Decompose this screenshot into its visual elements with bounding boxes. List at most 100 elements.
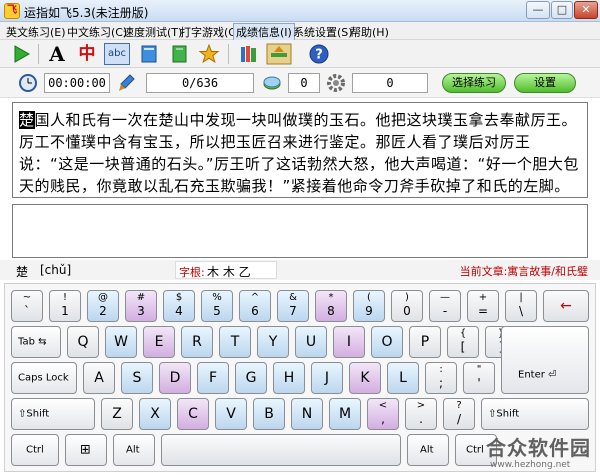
key-equals[interactable]: + = (467, 290, 499, 322)
key-5[interactable]: % 5 (201, 290, 233, 322)
title-bar: 飞 运指如飞5.3(未注册版) — □ ✕ (0, 0, 600, 22)
book-icon[interactable] (138, 43, 160, 65)
key-shift-left[interactable]: ⇧Shift (11, 398, 95, 430)
error-count: 0 (288, 73, 320, 93)
abc-icon[interactable]: abc (104, 43, 130, 65)
menu-score-info[interactable]: 成绩信息(I) (233, 23, 295, 41)
font-a-icon[interactable]: A (46, 43, 68, 65)
key-space[interactable] (161, 434, 401, 466)
menu-help[interactable]: 帮助(H) (350, 24, 389, 40)
key-h[interactable]: H (273, 362, 305, 394)
key-k[interactable]: K (349, 362, 381, 394)
key-backtick[interactable]: ~ ` (11, 290, 43, 322)
key-period[interactable]: >. (405, 398, 437, 430)
disc-icon (263, 76, 281, 90)
key-m[interactable]: M (329, 398, 361, 430)
key-backspace[interactable]: ← (543, 290, 589, 322)
key-y[interactable]: Y (257, 326, 289, 358)
current-article: 当前文章:寓言故事/和氏璧 (459, 265, 588, 278)
notebook-icon[interactable] (168, 43, 190, 65)
key-comma[interactable]: <, (367, 398, 399, 430)
key-9[interactable]: (9 (353, 290, 385, 322)
menu-bar: 英文练习(E) 中文练习(C) 速度测试(T) 打字游戏(G) 成绩信息(I) … (0, 22, 600, 41)
key-n[interactable]: N (291, 398, 323, 430)
key-enter[interactable]: Enter ⏎ (501, 326, 589, 394)
key-backslash[interactable]: | \ (505, 290, 537, 322)
star-icon[interactable] (198, 43, 220, 65)
key-s[interactable]: S (121, 362, 153, 394)
key-p[interactable]: P (409, 326, 441, 358)
book-stack-icon[interactable] (266, 43, 292, 65)
settings-button[interactable]: 设置 (514, 73, 576, 93)
key-u[interactable]: U (295, 326, 327, 358)
key-3[interactable]: #3 (125, 290, 157, 322)
help-icon-glyph: ? (315, 48, 323, 63)
watermark-url: www.hezhong.net (490, 460, 571, 470)
key-x[interactable]: X (139, 398, 171, 430)
key-b[interactable]: B (253, 398, 285, 430)
key-shift-right[interactable]: ⇧Shift (481, 398, 589, 430)
key-q[interactable]: Q (67, 326, 99, 358)
window-title: 运指如飞5.3(未注册版) (24, 6, 149, 20)
menu-chinese-practice[interactable]: 中文练习(C) (67, 24, 127, 40)
minimize-button[interactable]: — (526, 1, 550, 19)
app-icon: 飞 (4, 3, 20, 19)
key-t[interactable]: T (219, 326, 251, 358)
key-j[interactable]: J (311, 362, 343, 394)
status-row: 00:00:00 0/636 0 0 选择练习 设置 (0, 68, 600, 98)
key-1[interactable]: ! 1 (49, 290, 81, 322)
key-c[interactable]: C (177, 398, 209, 430)
key-w[interactable]: W (105, 326, 137, 358)
key-z[interactable]: Z (101, 398, 133, 430)
brush-icon (119, 74, 135, 91)
key-f[interactable]: F (197, 362, 229, 394)
watermark-text: 合众软件园 (486, 436, 591, 460)
key-4[interactable]: $4 (163, 290, 195, 322)
key-v[interactable]: V (215, 398, 247, 430)
key-d[interactable]: D (159, 362, 191, 394)
select-practice-button[interactable]: 选择练习 (442, 73, 506, 93)
current-char: 楚 (19, 111, 35, 129)
key-i[interactable]: I (333, 326, 365, 358)
toolbar: A 中 abc ? (0, 40, 600, 68)
key-windows[interactable]: ⊞ (65, 434, 107, 466)
key-g[interactable]: G (235, 362, 267, 394)
key-minus[interactable]: — - (429, 290, 461, 322)
menu-typing-game[interactable]: 打字游戏(G) (180, 24, 241, 40)
current-character: 楚 (16, 265, 29, 279)
key-r[interactable]: R (181, 326, 213, 358)
key-semicolon[interactable]: :; (425, 362, 457, 394)
key-alt-left[interactable]: Alt (113, 434, 155, 466)
help-icon[interactable]: ? (308, 43, 330, 65)
clock-icon (19, 74, 37, 92)
elapsed-time: 00:00:00 (44, 73, 110, 93)
key-8[interactable]: * 8 (315, 290, 347, 322)
key-e[interactable]: E (143, 326, 175, 358)
menu-english-practice[interactable]: 英文练习(E) (6, 24, 66, 40)
key-2[interactable]: @2 (87, 290, 119, 322)
passage-body: 国人和氏有一次在楚山中发现一块叫做璞的玉石。他把这块璞玉拿去奉献厉王。厉工不懂璞… (19, 111, 579, 195)
key-6[interactable]: ^ 6 (239, 290, 271, 322)
menu-speed-test[interactable]: 速度测试(T) (123, 24, 182, 40)
key-tab[interactable]: Tab ⇆ (11, 326, 61, 358)
key-a[interactable]: A (83, 362, 115, 394)
key-left-bracket[interactable]: {[ (447, 326, 479, 358)
chinese-char-icon[interactable]: 中 (76, 43, 98, 65)
toolbar-separator (228, 44, 229, 64)
play-icon[interactable] (10, 43, 32, 65)
radix-box: 字根: 木 木 乙 (175, 261, 277, 279)
menu-system-settings[interactable]: 系统设置(S) (293, 24, 353, 40)
maximize-button[interactable]: □ (551, 1, 573, 19)
key-caps-lock[interactable]: Caps Lock (11, 362, 77, 394)
key-l[interactable]: L (387, 362, 419, 394)
key-alt-right[interactable]: Alt (407, 434, 449, 466)
bookshelf-icon[interactable] (238, 43, 260, 65)
close-button[interactable]: ✕ (574, 1, 598, 19)
key-o[interactable]: O (371, 326, 403, 358)
key-ctrl-left[interactable]: Ctrl (11, 434, 59, 466)
key-slash[interactable]: ? / (443, 398, 475, 430)
key-quote[interactable]: " ' (463, 362, 495, 394)
typing-input[interactable] (12, 204, 588, 258)
key-0[interactable]: ) 0 (391, 290, 423, 322)
key-7[interactable]: & 7 (277, 290, 309, 322)
